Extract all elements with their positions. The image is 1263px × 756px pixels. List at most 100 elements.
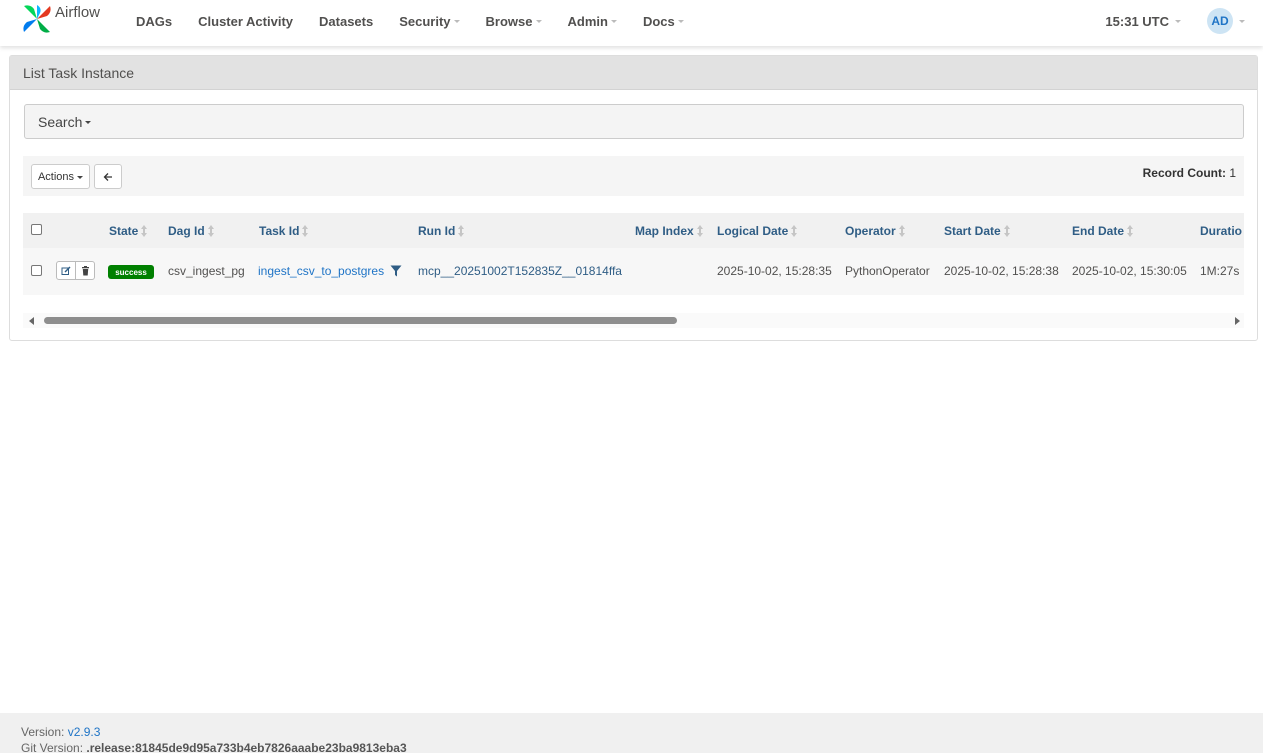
user-avatar[interactable]: AD xyxy=(1207,8,1233,34)
scroll-left-icon[interactable] xyxy=(29,317,34,325)
clock-dropdown[interactable]: 15:31 UTC xyxy=(1105,14,1181,29)
task-instance-table: State Dag Id Task Id Run Id Map Index Lo… xyxy=(23,213,1244,297)
column-header-end-date[interactable]: End Date xyxy=(1072,224,1134,238)
search-label: Search xyxy=(38,113,83,130)
column-header-start-date[interactable]: Start Date xyxy=(944,224,1010,238)
column-header-duration[interactable]: Duratio xyxy=(1200,224,1242,238)
caret-down-icon xyxy=(1175,20,1181,23)
airflow-logo-icon xyxy=(23,5,51,33)
arrow-left-icon xyxy=(103,172,112,181)
sort-icon xyxy=(207,225,214,237)
column-label: Duratio xyxy=(1200,224,1242,238)
horizontal-scrollbar[interactable] xyxy=(23,313,1244,328)
column-header-run-id[interactable]: Run Id xyxy=(418,224,465,238)
sort-icon xyxy=(791,225,798,237)
column-label: Start Date xyxy=(944,224,1001,238)
version-line: Version: v2.9.3 xyxy=(21,724,1263,740)
column-label: Dag Id xyxy=(168,224,205,238)
status-badge[interactable]: success xyxy=(108,265,154,279)
airflow-brand[interactable]: Airflow xyxy=(21,3,100,35)
column-header-task-id[interactable]: Task Id xyxy=(259,224,309,238)
scroll-thumb[interactable] xyxy=(44,317,677,324)
version-link[interactable]: v2.9.3 xyxy=(68,725,101,739)
nav-item-browse[interactable]: Browse xyxy=(473,14,555,29)
actions-label: Actions xyxy=(37,170,75,183)
actions-button[interactable]: Actions xyxy=(31,164,90,189)
nav-item-admin[interactable]: Admin xyxy=(555,14,630,29)
column-label: Operator xyxy=(845,224,896,238)
git-version-line: Git Version: .release:81845de9d95a733b4e… xyxy=(21,740,1263,756)
sort-icon xyxy=(696,225,703,237)
panel-title: List Task Instance xyxy=(10,56,1257,90)
filter-icon[interactable] xyxy=(390,265,402,277)
record-count-value: 1 xyxy=(1229,166,1236,180)
caret-down-icon xyxy=(77,175,84,179)
nav-item-label: Datasets xyxy=(319,13,374,29)
run-id-link[interactable]: mcp__20251002T152835Z__01814ffa xyxy=(418,264,622,278)
column-label: Run Id xyxy=(418,224,456,238)
nav-item-label: Docs xyxy=(642,13,675,29)
task-id-link[interactable]: ingest_csv_to_postgres xyxy=(258,264,384,278)
sort-icon xyxy=(141,225,148,237)
column-header-state[interactable]: State xyxy=(109,224,148,238)
nav-right: 15:31 UTC AD xyxy=(1105,0,1263,42)
sort-icon xyxy=(302,225,309,237)
dag-id-cell: csv_ingest_pg xyxy=(168,264,245,278)
caret-down-icon xyxy=(453,20,460,23)
list-toolbar: Actions Record Count: 1 xyxy=(23,156,1244,196)
column-header-map-index[interactable]: Map Index xyxy=(635,224,703,238)
nav-item-docs[interactable]: Docs xyxy=(630,14,697,29)
brand-name: Airflow xyxy=(55,4,101,21)
record-count-label: Record Count: xyxy=(1142,166,1226,180)
column-label: State xyxy=(109,224,139,238)
nav-item-label: Cluster Activity xyxy=(198,13,294,29)
main-menu: DAGs Cluster Activity Datasets Security … xyxy=(123,0,697,42)
page-footer: Version: v2.9.3 Git Version: .release:81… xyxy=(0,713,1263,756)
duration-cell: 1M:27s xyxy=(1200,264,1240,278)
sort-icon xyxy=(898,225,905,237)
start-date-cell: 2025-10-02, 15:28:38 xyxy=(944,264,1059,278)
caret-down-icon[interactable] xyxy=(1239,20,1245,23)
clock-time: 15:31 UTC xyxy=(1105,13,1169,29)
nav-item-security[interactable]: Security xyxy=(386,14,472,29)
caret-down-icon xyxy=(85,120,92,124)
column-label: Map Index xyxy=(635,224,694,238)
edit-icon xyxy=(61,266,71,275)
trash-icon xyxy=(81,265,89,275)
nav-item-datasets[interactable]: Datasets xyxy=(306,14,386,29)
nav-item-label: Browse xyxy=(485,13,533,29)
version-label: Version: xyxy=(21,725,65,739)
row-checkbox[interactable] xyxy=(31,265,42,276)
nav-item-label: Security xyxy=(399,13,451,29)
table-row: success csv_ingest_pg ingest_csv_to_post… xyxy=(23,248,1244,295)
select-all-checkbox[interactable] xyxy=(31,224,42,235)
column-label: Logical Date xyxy=(717,224,789,238)
scroll-right-icon[interactable] xyxy=(1235,317,1240,325)
caret-down-icon xyxy=(677,20,684,23)
nav-item-cluster-activity[interactable]: Cluster Activity xyxy=(185,14,306,29)
nav-item-label: DAGs xyxy=(136,13,173,29)
row-action-buttons xyxy=(56,261,95,280)
column-label: End Date xyxy=(1072,224,1125,238)
sort-icon xyxy=(1127,225,1134,237)
caret-down-icon xyxy=(535,20,542,23)
list-panel: List Task Instance Search Actions Record… xyxy=(9,55,1258,341)
top-navbar: Airflow DAGs Cluster Activity Datasets S… xyxy=(0,0,1263,46)
logical-date-cell: 2025-10-02, 15:28:35 xyxy=(717,264,832,278)
column-header-dag-id[interactable]: Dag Id xyxy=(168,224,214,238)
nav-item-label: Admin xyxy=(567,13,608,29)
sort-icon xyxy=(1003,225,1010,237)
search-dropdown[interactable]: Search xyxy=(24,104,1244,139)
operator-cell: PythonOperator xyxy=(845,264,930,278)
sort-icon xyxy=(458,225,465,237)
column-header-logical-date[interactable]: Logical Date xyxy=(717,224,798,238)
table-header: State Dag Id Task Id Run Id Map Index Lo… xyxy=(23,213,1244,248)
caret-down-icon xyxy=(610,20,617,23)
end-date-cell: 2025-10-02, 15:30:05 xyxy=(1072,264,1187,278)
nav-item-dags[interactable]: DAGs xyxy=(123,14,185,29)
back-button[interactable] xyxy=(94,164,122,189)
column-header-operator[interactable]: Operator xyxy=(845,224,905,238)
edit-button[interactable] xyxy=(57,262,75,279)
delete-button[interactable] xyxy=(75,262,94,279)
column-label: Task Id xyxy=(259,224,300,238)
